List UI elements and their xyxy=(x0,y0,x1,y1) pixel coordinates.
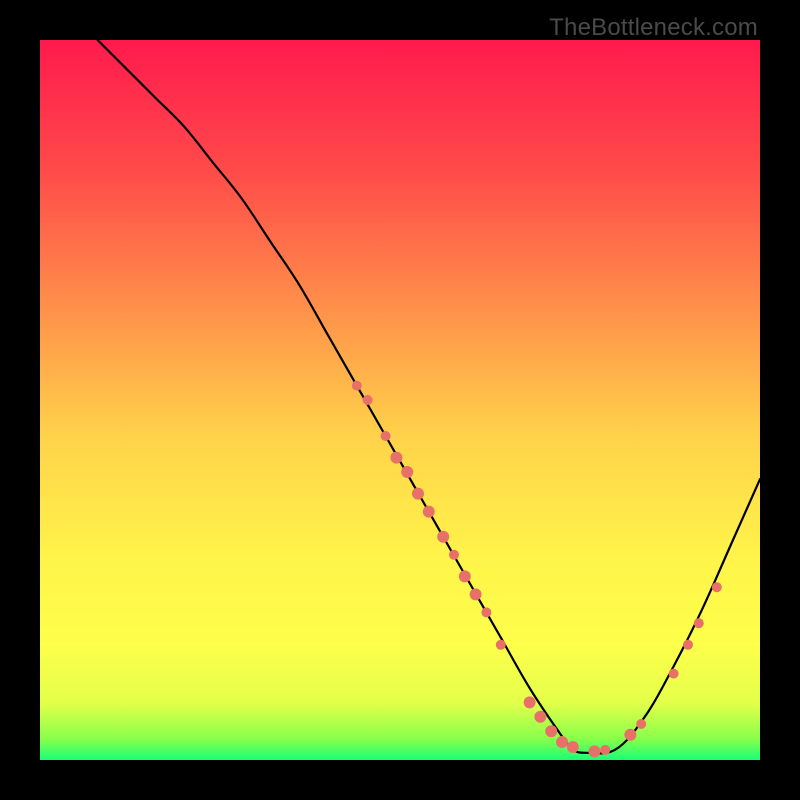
curve-marker xyxy=(496,640,506,650)
curve-marker xyxy=(683,640,693,650)
bottleneck-curve xyxy=(98,40,760,753)
curve-marker xyxy=(423,506,435,518)
curve-marker xyxy=(437,531,449,543)
curve-marker xyxy=(381,431,391,441)
curve-marker xyxy=(669,669,679,679)
curve-marker xyxy=(459,570,471,582)
curve-marker xyxy=(636,719,646,729)
curve-marker xyxy=(390,452,402,464)
curve-marker xyxy=(712,582,722,592)
curve-marker xyxy=(470,588,482,600)
chart-curve-layer xyxy=(40,40,760,760)
curve-marker xyxy=(524,696,536,708)
curve-marker xyxy=(588,745,600,757)
watermark-text: TheBottleneck.com xyxy=(549,14,758,42)
curve-marker xyxy=(534,711,546,723)
curve-marker xyxy=(481,607,491,617)
curve-marker xyxy=(556,736,568,748)
curve-marker xyxy=(401,466,413,478)
curve-marker xyxy=(449,550,459,560)
curve-marker xyxy=(600,745,610,755)
curve-marker xyxy=(352,381,362,391)
curve-marker xyxy=(624,729,636,741)
curve-marker xyxy=(567,741,579,753)
curve-marker xyxy=(694,618,704,628)
curve-marker xyxy=(412,488,424,500)
chart-frame xyxy=(40,40,760,760)
curve-marker xyxy=(545,725,557,737)
curve-marker xyxy=(363,395,373,405)
